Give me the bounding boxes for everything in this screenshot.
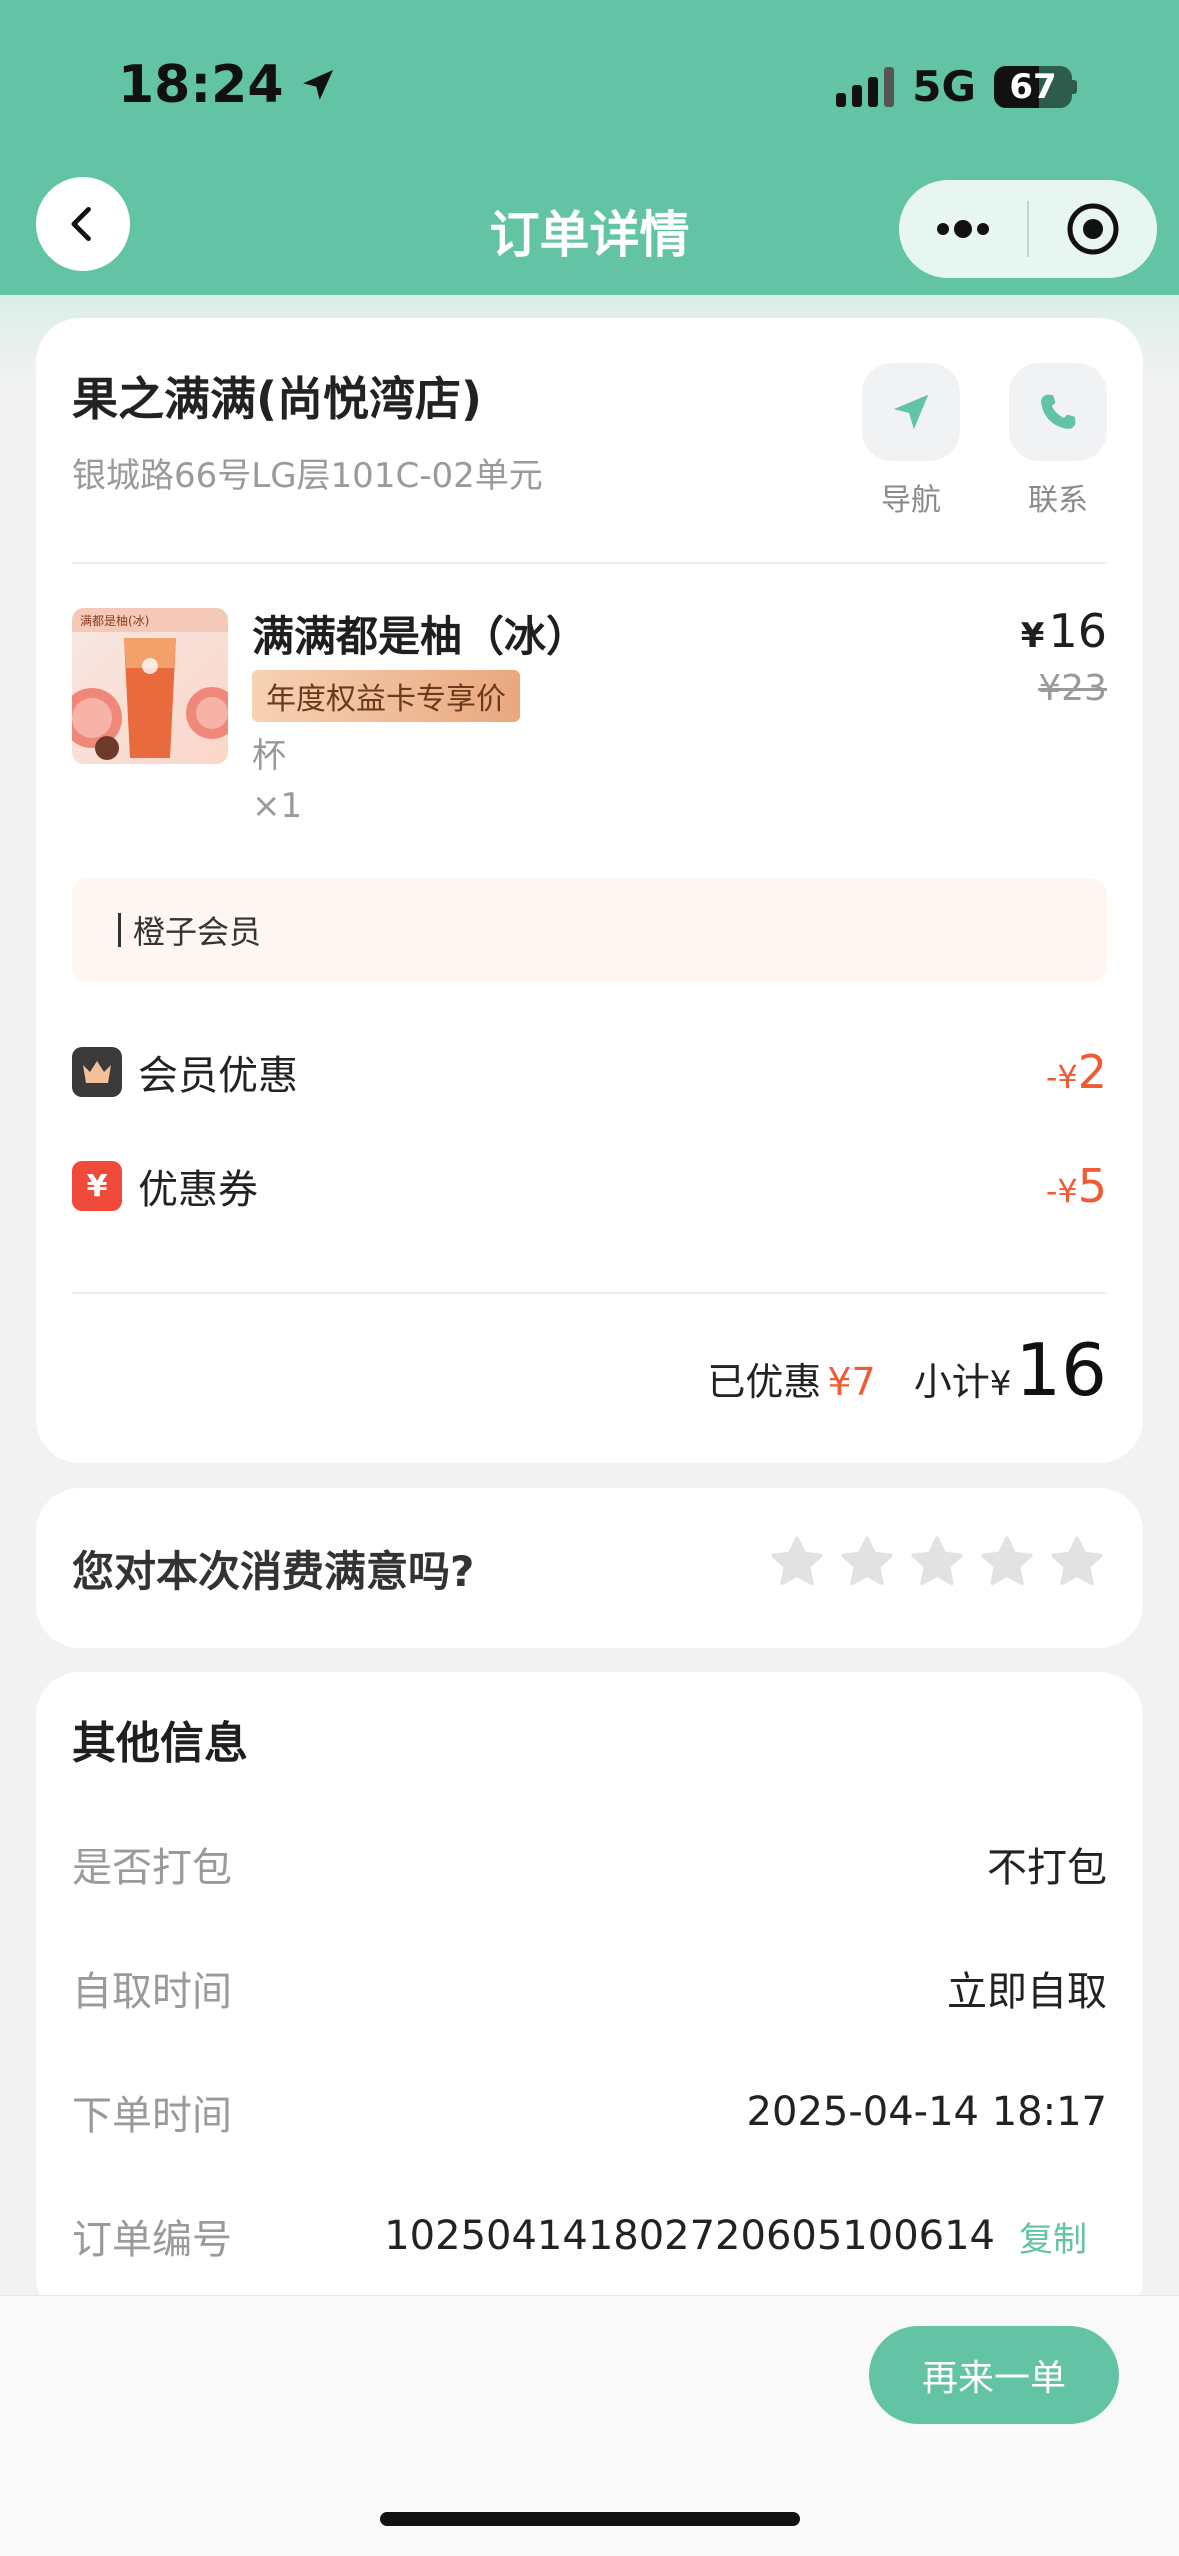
bottom-action-bar: 再来一单	[0, 2295, 1179, 2556]
rating-card: 您对本次消费满意吗?	[36, 1488, 1143, 1648]
drink-image-icon: 满都是柚(冰)	[72, 608, 228, 760]
discount-row: ¥ 优惠券 -¥5	[72, 1156, 1107, 1216]
signal-icon	[836, 66, 895, 107]
subtotal: 已优惠 ¥7 小计 ¥ 16	[707, 1328, 1107, 1412]
member-note-text: 橙子会员	[133, 913, 262, 951]
location-arrow-icon	[302, 70, 333, 100]
more-button[interactable]	[899, 180, 1027, 278]
store-name: 果之满满(尚悦湾店)	[72, 372, 483, 426]
navigate-button[interactable]: 导航	[862, 363, 960, 519]
order-detail-page: 18:24 5G 67 订单详情 果之满满(尚悦湾店) 银城路66号LG层101…	[0, 0, 1179, 2556]
battery-level: 67	[1009, 66, 1057, 107]
battery-icon: 67	[994, 65, 1072, 108]
info-key: 订单编号	[72, 2217, 232, 2263]
discount-amount: -¥5	[1045, 1159, 1107, 1213]
crown-icon	[72, 1047, 122, 1097]
star-icon[interactable]	[977, 1532, 1037, 1592]
phone-icon	[1041, 394, 1076, 429]
member-note: 橙子会员	[72, 878, 1107, 982]
product-thumbnail: 满都是柚(冰)	[72, 608, 228, 764]
target-icon	[1067, 203, 1119, 255]
header-bar: 18:24 5G 67 订单详情	[0, 0, 1179, 295]
navigate-label: 导航	[881, 483, 941, 518]
divider	[72, 1292, 1107, 1294]
network-label: 5G	[912, 62, 976, 111]
product-spec: 杯	[252, 736, 286, 776]
info-key: 下单时间	[72, 2093, 232, 2139]
star-icon[interactable]	[1047, 1532, 1107, 1592]
info-row: 订单编号 10250414180272060510061​4 复制	[72, 2206, 1107, 2266]
contact-button[interactable]: 联系	[1009, 363, 1107, 519]
star-icon[interactable]	[837, 1532, 897, 1592]
discount-amount: -¥2	[1045, 1045, 1107, 1099]
info-key: 是否打包	[72, 1845, 232, 1891]
clock-text: 18:24	[118, 55, 284, 115]
yen-coupon-icon: ¥	[72, 1161, 122, 1211]
original-price: ¥23	[1038, 668, 1107, 709]
saved-value: ¥7	[827, 1360, 876, 1404]
rating-question: 您对本次消费满意吗?	[72, 1547, 475, 1596]
other-info-card: 其他信息 是否打包 不打包 自取时间 立即自取 下单时间 2025-04-14 …	[36, 1672, 1143, 2322]
order-number: 10250414180272060510061​4	[384, 2213, 995, 2259]
star-rating	[767, 1532, 1107, 1592]
divider	[72, 562, 1107, 564]
navigation-arrow-icon	[893, 394, 929, 430]
discount-row: 会员优惠 -¥2	[72, 1042, 1107, 1102]
status-icons: 5G 67	[836, 62, 1077, 111]
order-card: 果之满满(尚悦湾店) 银城路66号LG层101C-02单元 导航 联系 满都是柚…	[36, 318, 1143, 1463]
status-time: 18:24	[118, 55, 338, 115]
subtotal-label: 小计	[913, 1360, 990, 1404]
product-name: 满满都是柚（冰）	[252, 612, 589, 661]
mini-program-capsule	[899, 180, 1157, 278]
contact-label: 联系	[1028, 483, 1088, 518]
saved-label: 已优惠	[707, 1360, 822, 1404]
info-row: 自取时间 立即自取	[72, 1958, 1107, 2018]
more-dots-icon	[937, 220, 989, 238]
star-icon[interactable]	[907, 1532, 967, 1592]
discount-label: 会员优惠	[138, 1053, 298, 1099]
info-value: 2025-04-14 18:17	[746, 2089, 1107, 2135]
info-key: 自取时间	[72, 1969, 232, 2015]
close-program-button[interactable]	[1029, 180, 1157, 278]
copy-button[interactable]: 复制	[1019, 2212, 1087, 2261]
subtotal-symbol: ¥	[989, 1364, 1012, 1404]
info-value: 立即自取	[947, 1969, 1107, 2015]
store-address: 银城路66号LG层101C-02单元	[72, 456, 543, 496]
info-value: 不打包	[987, 1845, 1107, 1891]
discount-label: 优惠券	[138, 1167, 258, 1213]
other-info-title: 其他信息	[72, 1718, 248, 1769]
svg-text:满都是柚(冰): 满都是柚(冰)	[80, 613, 149, 628]
reorder-button[interactable]: 再来一单	[869, 2326, 1119, 2424]
product-price: ¥16	[1021, 604, 1107, 658]
price-symbol: ¥	[1020, 616, 1045, 656]
member-price-tag: 年度权益卡专享价	[252, 670, 520, 722]
price-value: 16	[1048, 604, 1107, 658]
subtotal-value: 16	[1015, 1328, 1107, 1412]
info-row: 是否打包 不打包	[72, 1834, 1107, 1894]
info-row: 下单时间 2025-04-14 18:17	[72, 2082, 1107, 2142]
product-quantity: ×1	[252, 786, 303, 826]
star-icon[interactable]	[767, 1532, 827, 1592]
home-indicator	[380, 2512, 800, 2526]
